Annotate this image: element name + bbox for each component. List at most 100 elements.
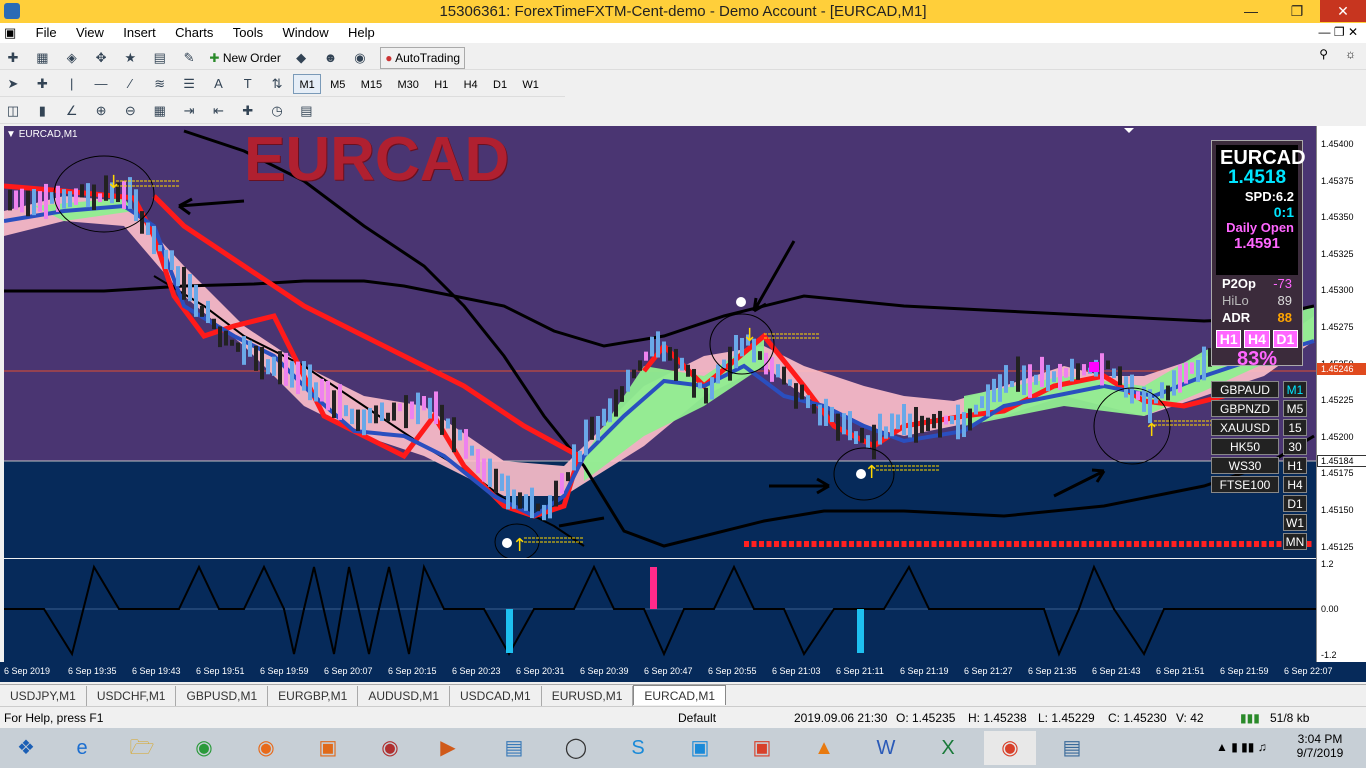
zoin-icon[interactable]: ◯ [550,731,602,765]
side-tf-button[interactable]: 15 [1283,419,1307,436]
tab-eurusd[interactable]: EURUSD,M1 [542,686,634,706]
mdi-controls[interactable]: — ❐ ✕ [1319,25,1358,39]
symbol-button[interactable]: XAUUSD [1211,419,1279,436]
status-profile[interactable]: Default [678,711,716,725]
photos-icon[interactable]: ▤ [1046,731,1098,765]
minimize-button[interactable]: — [1228,0,1274,22]
symbol-button[interactable]: HK50 [1211,438,1279,455]
indicator-pane[interactable] [4,559,1316,662]
cursor-icon[interactable]: ➤ [2,74,24,94]
zoom-in-icon[interactable]: ⊕ [90,101,112,121]
side-tf-button[interactable]: D1 [1283,495,1307,512]
symbol-button[interactable]: GBPAUD [1211,381,1279,398]
zoom-out-icon[interactable]: ⊖ [119,101,141,121]
start-icon[interactable]: ❖ [0,731,52,765]
screenshot-icon[interactable]: ▣ [674,731,726,765]
navigator-icon[interactable]: ✥ [90,48,112,68]
market-watch-icon[interactable]: ◈ [61,48,83,68]
tab-audusd[interactable]: AUDUSD,M1 [358,686,450,706]
maximize-button[interactable]: ❐ [1274,0,1320,22]
word-icon[interactable]: W [860,731,912,765]
tray-icons[interactable]: ▲ ▮ ▮▮ ♫ [1216,740,1267,754]
chart-shift-icon[interactable]: ⇤ [207,101,229,121]
tf-h1-badge[interactable]: H1 [1216,330,1242,348]
label-icon[interactable]: T [237,74,259,94]
profiles-icon[interactable]: ▦ [31,48,53,68]
side-tf-button[interactable]: M5 [1283,400,1307,417]
symbol-button[interactable]: WS30 [1211,457,1279,474]
autoscroll-icon[interactable]: ⇥ [178,101,200,121]
tab-eurgbp[interactable]: EURGBP,M1 [268,686,359,706]
symbol-button[interactable]: GBPNZD [1211,400,1279,417]
menu-insert[interactable]: Insert [115,23,164,43]
line-chart-icon[interactable]: ∠ [61,101,83,121]
tf-m1[interactable]: M1 [293,74,321,94]
tf-m15[interactable]: M15 [355,74,388,94]
pdf-icon[interactable]: ▣ [302,731,354,765]
tab-gbpusd[interactable]: GBPUSD,M1 [176,686,269,706]
data-window-icon[interactable]: ★ [119,48,141,68]
candle-chart-icon[interactable]: ▮ [31,101,53,121]
media-icon[interactable]: ▶ [422,731,474,765]
doc-icon[interactable]: ▣ [0,23,24,43]
new-order-button[interactable]: ✚ New Order [209,48,280,68]
signals-icon[interactable]: ◉ [349,48,371,68]
symbol-button[interactable]: FTSE100 [1211,476,1279,493]
menu-charts[interactable]: Charts [167,23,221,43]
crosshair-icon[interactable]: ✚ [31,74,53,94]
ie-icon[interactable]: e [56,731,108,765]
app-icon-ec[interactable]: ▣ [736,731,788,765]
trendline-icon[interactable]: ∕ [119,74,141,94]
menu-file[interactable]: File [28,23,65,43]
side-tf-button[interactable]: H4 [1283,476,1307,493]
firefox-icon[interactable]: ◉ [240,731,292,765]
tf-h1[interactable]: H1 [428,74,454,94]
horizontal-line-icon[interactable]: — [90,74,112,94]
autotrading-button[interactable]: ● AutoTrading [380,47,466,69]
tab-eurcad[interactable]: EURCAD,M1 [633,685,727,705]
tf-d1-badge[interactable]: D1 [1272,330,1298,348]
skype-icon[interactable]: S [612,731,664,765]
tf-d1[interactable]: D1 [487,74,513,94]
price-axis[interactable]: 1.45400 1.45375 1.45350 1.45325 1.45300 1.452… [1316,126,1366,662]
tf-m30[interactable]: M30 [391,74,424,94]
templates-icon[interactable]: ▤ [295,101,317,121]
tf-w1[interactable]: W1 [516,74,545,94]
menu-view[interactable]: View [68,23,112,43]
price-chart[interactable]: ↓ ↓ ↑ ↑ ↑ ▼ EURCAD,M1 EURCAD [4,126,1316,558]
app-icon-blue[interactable]: ▤ [488,731,540,765]
search-icon[interactable]: ⚲ [1319,47,1328,61]
channel-icon[interactable]: ≋ [149,74,171,94]
tab-usdjpy[interactable]: USDJPY,M1 [0,686,87,706]
chrome-icon[interactable]: ◉ [178,731,230,765]
tab-usdchf[interactable]: USDCHF,M1 [87,686,177,706]
arrows-icon[interactable]: ⇅ [266,74,288,94]
side-tf-button[interactable]: W1 [1283,514,1307,531]
tab-usdcad[interactable]: USDCAD,M1 [450,686,542,706]
side-tf-button[interactable]: M1 [1283,381,1307,398]
tile-icon[interactable]: ▦ [149,101,171,121]
side-tf-button[interactable]: H1 [1283,457,1307,474]
indicators-icon[interactable]: ✚ [237,101,259,121]
tester-icon[interactable]: ✎ [178,48,200,68]
periods-icon[interactable]: ◷ [266,101,288,121]
excel-icon[interactable]: X [922,731,974,765]
tf-h4-badge[interactable]: H4 [1244,330,1270,348]
fibonacci-icon[interactable]: ☰ [178,74,200,94]
menu-tools[interactable]: Tools [225,23,271,43]
text-icon[interactable]: A [207,74,229,94]
terminal-icon[interactable]: ▤ [149,48,171,68]
menu-help[interactable]: Help [340,23,383,43]
new-chart-icon[interactable]: ✚ [2,48,24,68]
menu-window[interactable]: Window [274,23,336,43]
side-tf-button[interactable]: 30 [1283,438,1307,455]
bar-chart-icon[interactable]: ◫ [2,101,24,121]
mt4-icon[interactable]: ◉ [984,731,1036,765]
explorer-icon[interactable]: 🗁 [116,731,168,765]
vertical-line-icon[interactable]: | [61,74,83,94]
tf-h4[interactable]: H4 [458,74,484,94]
vlc-icon[interactable]: ▲ [798,731,850,765]
metaeditor-icon[interactable]: ◆ [290,48,312,68]
chat-icon[interactable]: ☼ [1345,47,1356,61]
close-button[interactable]: ✕ [1320,0,1366,22]
